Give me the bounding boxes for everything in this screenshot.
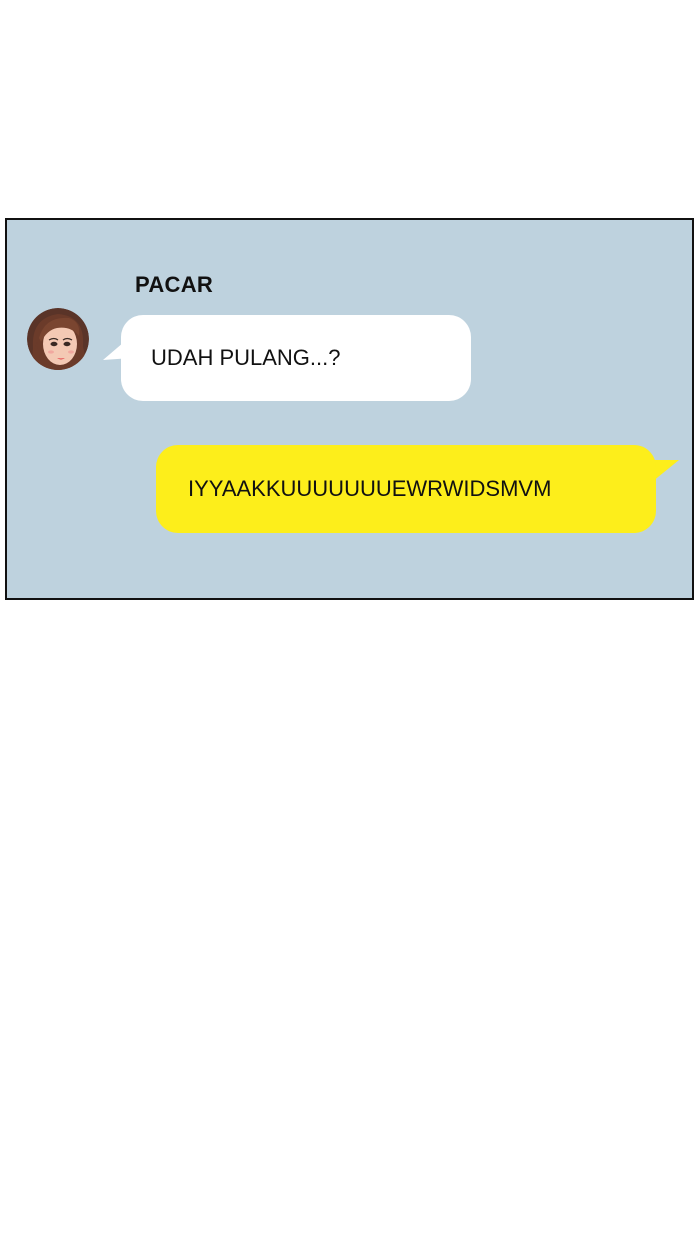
chat-panel: PACAR UDAH PULANG...? IYYAAKKUUUUUUUEWRW… bbox=[5, 218, 694, 600]
outgoing-message-text: IYYAAKKUUUUUUUEWRWIDSMVM bbox=[188, 476, 552, 501]
incoming-message-bubble[interactable]: UDAH PULANG...? bbox=[121, 315, 471, 401]
outgoing-message-bubble[interactable]: IYYAAKKUUUUUUUEWRWIDSMVM bbox=[156, 445, 656, 533]
incoming-message-text: UDAH PULANG...? bbox=[151, 345, 341, 370]
sender-name: PACAR bbox=[135, 272, 214, 297]
contact-avatar-icon[interactable] bbox=[27, 308, 89, 370]
